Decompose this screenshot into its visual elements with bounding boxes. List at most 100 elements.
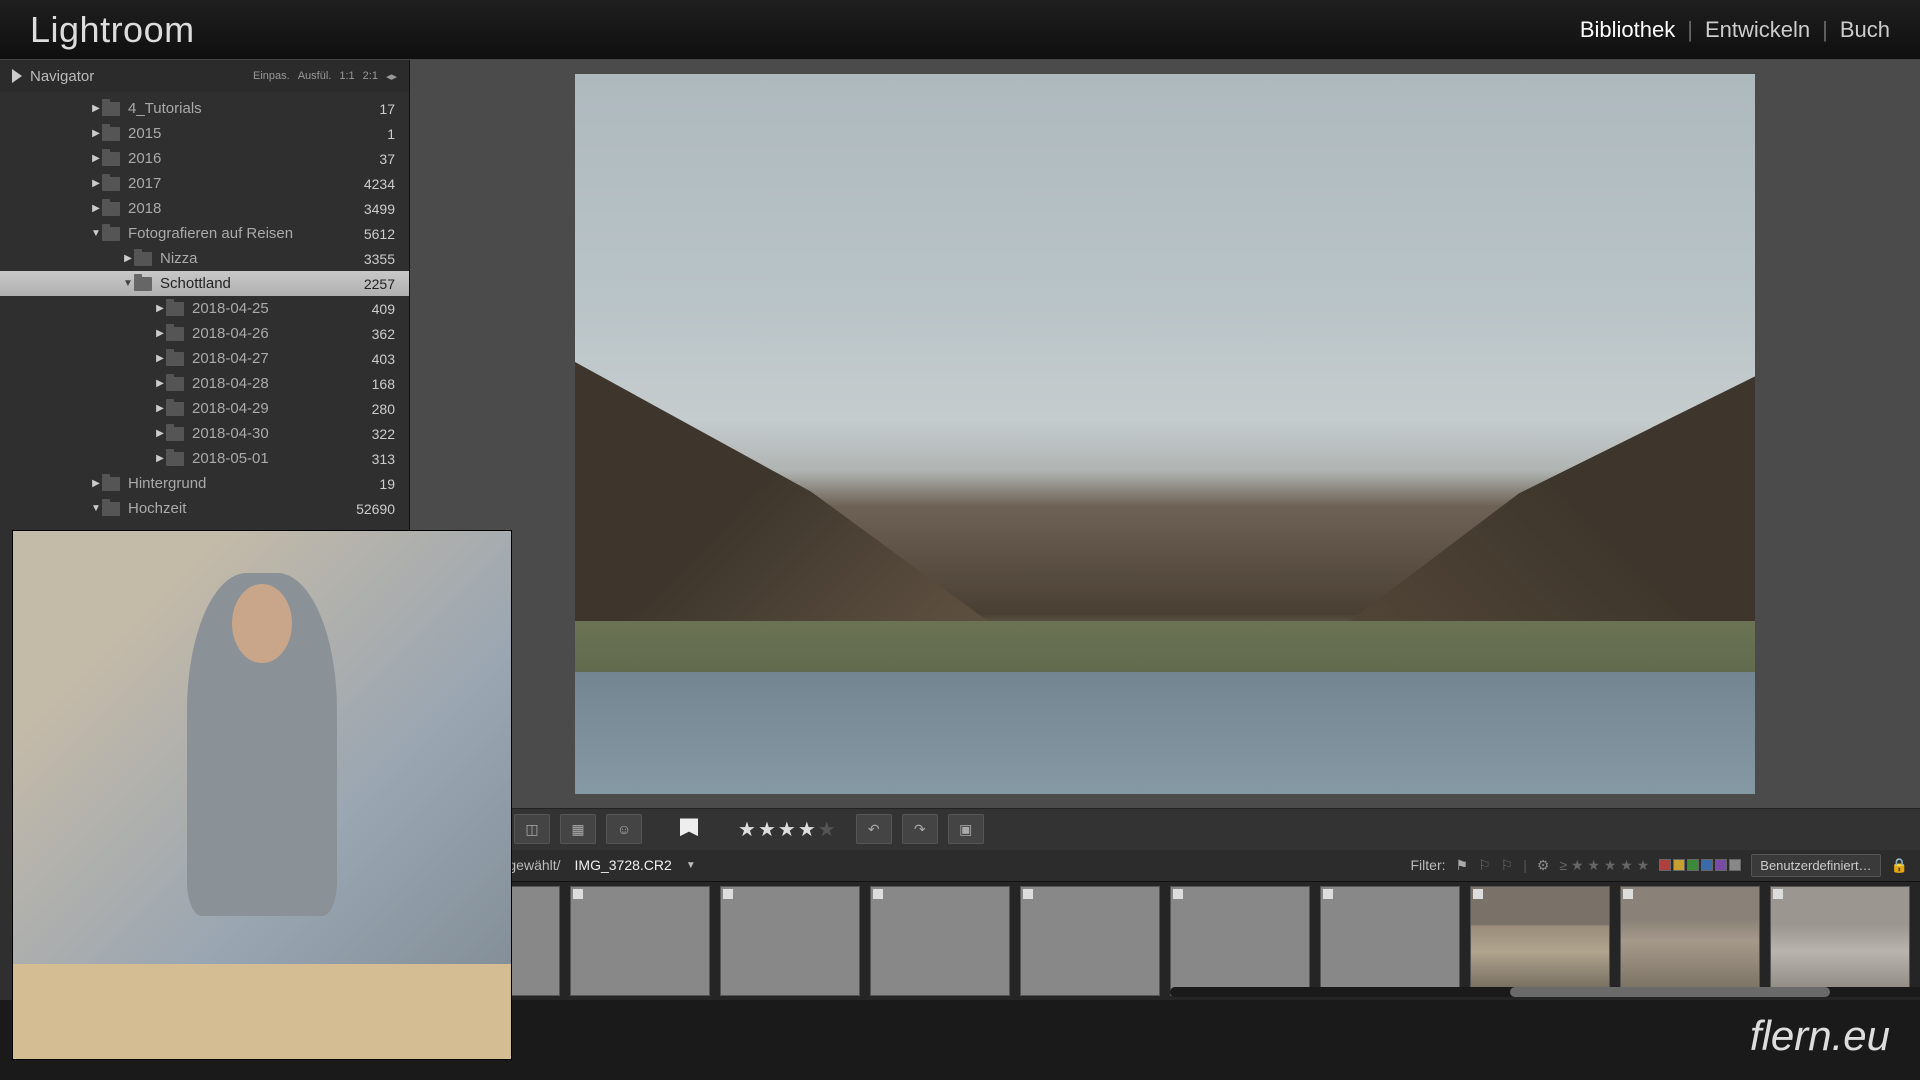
compare-view-button[interactable]: ◫ <box>514 814 550 844</box>
folder-row-hochzeit[interactable]: ▼Hochzeit52690 <box>0 496 409 521</box>
chevron-icon[interactable]: ◂▸ <box>386 70 397 83</box>
thumbnail[interactable] <box>1470 886 1610 996</box>
disclosure-icon[interactable]: ▶ <box>154 328 166 339</box>
disclosure-icon[interactable]: ▶ <box>90 203 102 214</box>
disclosure-icon[interactable]: ▼ <box>90 228 102 239</box>
folder-count: 37 <box>379 151 395 167</box>
filename-label[interactable]: IMG_3728.CR2 <box>575 857 672 873</box>
folder-row-schottland[interactable]: ▼Schottland2257 <box>0 271 409 296</box>
tab-book[interactable]: Buch <box>1840 17 1890 43</box>
disclosure-icon[interactable]: ▶ <box>90 103 102 114</box>
disclosure-icon[interactable]: ▶ <box>90 478 102 489</box>
folder-row-2018-04-26[interactable]: ▶2018-04-26362 <box>0 321 409 346</box>
folder-row-4-tutorials[interactable]: ▶4_Tutorials17 <box>0 96 409 121</box>
folder-row-2016[interactable]: ▶201637 <box>0 146 409 171</box>
thumbnail[interactable] <box>720 886 860 996</box>
folder-label: Fotografieren auf Reisen <box>128 225 364 242</box>
disclosure-icon[interactable]: ▶ <box>154 353 166 364</box>
filter-separator: | <box>1523 857 1527 873</box>
folder-count: 403 <box>372 351 395 367</box>
disclosure-icon[interactable]: ▼ <box>122 278 134 289</box>
tab-develop[interactable]: Entwickeln <box>1705 17 1810 43</box>
folder-count: 17 <box>379 101 395 117</box>
disclosure-icon[interactable]: ▶ <box>154 453 166 464</box>
survey-view-button[interactable]: ▦ <box>560 814 596 844</box>
thumbnail[interactable] <box>1770 886 1910 996</box>
folder-icon <box>102 102 120 116</box>
thumbnail[interactable] <box>1320 886 1460 996</box>
thumbnail[interactable] <box>570 886 710 996</box>
separator: | <box>1687 17 1693 43</box>
color-label-filter[interactable] <box>1659 859 1741 871</box>
thumbnail[interactable] <box>1020 886 1160 996</box>
folder-count: 19 <box>379 476 395 492</box>
rating-stars[interactable]: ★★★★★ <box>738 817 838 842</box>
navigator-header[interactable]: Navigator Einpas. Ausfül. 1:1 2:1 ◂▸ <box>0 60 409 92</box>
zoom-modes[interactable]: Einpas. Ausfül. 1:1 2:1 ◂▸ <box>253 70 397 83</box>
color-dot[interactable] <box>1729 859 1741 871</box>
folder-row-hintergrund[interactable]: ▶Hintergrund19 <box>0 471 409 496</box>
flag-filter-icon[interactable]: ⚐ <box>1501 857 1514 874</box>
disclosure-icon[interactable]: ▼ <box>90 503 102 514</box>
thumbnail[interactable] <box>1170 886 1310 996</box>
disclosure-icon[interactable]: ▶ <box>90 153 102 164</box>
disclosure-icon[interactable]: ▶ <box>154 403 166 414</box>
navigator-title: Navigator <box>30 68 94 85</box>
rotate-right-button[interactable]: ↷ <box>902 814 938 844</box>
folder-row-2018-05-01[interactable]: ▶2018-05-01313 <box>0 446 409 471</box>
color-dot[interactable] <box>1701 859 1713 871</box>
disclosure-icon[interactable]: ▶ <box>90 178 102 189</box>
disclosure-icon[interactable]: ▶ <box>90 128 102 139</box>
disclosure-icon[interactable]: ▶ <box>154 378 166 389</box>
disclosure-icon[interactable]: ▶ <box>154 428 166 439</box>
folder-count: 3499 <box>364 201 395 217</box>
rotate-left-button[interactable]: ↶ <box>856 814 892 844</box>
folder-row-2018-04-28[interactable]: ▶2018-04-28168 <box>0 371 409 396</box>
filmstrip[interactable] <box>410 881 1920 1000</box>
lock-icon[interactable]: 🔒 <box>1891 857 1908 874</box>
rating-filter[interactable]: ≥ ★ ★ ★ ★ ★ <box>1559 857 1649 874</box>
thumbnail[interactable] <box>1620 886 1760 996</box>
filter-preset-dropdown[interactable]: Benutzerdefiniert… <box>1751 854 1880 877</box>
folder-icon <box>102 227 120 241</box>
folder-count: 280 <box>372 401 395 417</box>
folder-row-2017[interactable]: ▶20174234 <box>0 171 409 196</box>
color-dot[interactable] <box>1715 859 1727 871</box>
loupe-toolbar: ▭ ◫ ▦ ☺ ★★★★★ ↶ ↷ ▣ <box>410 808 1920 850</box>
people-view-button[interactable]: ☺ <box>606 814 642 844</box>
folder-count: 1 <box>387 126 395 142</box>
filmstrip-scrollbar[interactable] <box>1170 987 1920 997</box>
folder-label: 2018-04-25 <box>192 300 372 317</box>
flag-filter-icon[interactable]: ⚐ <box>1478 857 1491 874</box>
tab-library[interactable]: Bibliothek <box>1580 17 1675 43</box>
dropdown-icon[interactable]: ▼ <box>686 860 696 871</box>
folder-icon <box>102 502 120 516</box>
flag-pick-icon[interactable] <box>680 818 698 840</box>
color-dot[interactable] <box>1687 859 1699 871</box>
folder-icon <box>166 377 184 391</box>
disclosure-icon[interactable]: ▶ <box>122 253 134 264</box>
flag-filter-icon[interactable]: ⚑ <box>1456 857 1469 874</box>
folder-icon <box>166 327 184 341</box>
folder-row-2018-04-25[interactable]: ▶2018-04-25409 <box>0 296 409 321</box>
disclosure-icon[interactable]: ▶ <box>154 303 166 314</box>
image-area[interactable] <box>410 60 1920 808</box>
thumbnail[interactable] <box>870 886 1010 996</box>
module-tabs: Bibliothek | Entwickeln | Buch <box>1580 17 1890 43</box>
sync-button[interactable]: ▣ <box>948 814 984 844</box>
settings-icon[interactable]: ⚙ <box>1537 857 1550 874</box>
folder-row-2018-04-30[interactable]: ▶2018-04-30322 <box>0 421 409 446</box>
folder-row-2015[interactable]: ▶20151 <box>0 121 409 146</box>
folder-row-fotografieren-auf-reisen[interactable]: ▼Fotografieren auf Reisen5612 <box>0 221 409 246</box>
folder-row-2018[interactable]: ▶20183499 <box>0 196 409 221</box>
disclosure-icon <box>12 69 22 83</box>
folder-row-2018-04-27[interactable]: ▶2018-04-27403 <box>0 346 409 371</box>
folder-label: 2018-04-30 <box>192 425 372 442</box>
folder-count: 52690 <box>356 501 395 517</box>
folder-row-2018-04-29[interactable]: ▶2018-04-29280 <box>0 396 409 421</box>
folder-row-nizza[interactable]: ▶Nizza3355 <box>0 246 409 271</box>
separator: | <box>1822 17 1828 43</box>
color-dot[interactable] <box>1673 859 1685 871</box>
folder-icon <box>134 277 152 291</box>
color-dot[interactable] <box>1659 859 1671 871</box>
